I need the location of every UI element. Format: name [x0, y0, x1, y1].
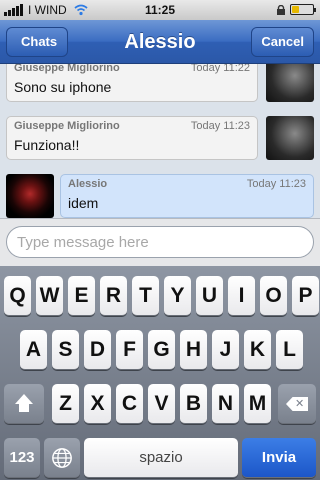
key-n[interactable]: N — [212, 384, 239, 424]
key-v[interactable]: V — [148, 384, 175, 424]
message-time: Today 11:22 — [190, 64, 250, 74]
key-r[interactable]: R — [100, 276, 127, 316]
message-bubble: Giuseppe Migliorino Today 11:22 Sono su … — [6, 64, 258, 102]
message-item: Giuseppe Migliorino Today 11:22 Sono su … — [0, 64, 320, 106]
key-o[interactable]: O — [260, 276, 287, 316]
backspace-key[interactable]: ✕ — [278, 384, 316, 424]
composer — [0, 218, 320, 266]
key-u[interactable]: U — [196, 276, 223, 316]
key-e[interactable]: E — [68, 276, 95, 316]
message-time: Today 11:23 — [246, 178, 306, 190]
message-time: Today 11:23 — [190, 120, 250, 132]
message-bubble: Giuseppe Migliorino Today 11:23 Funziona… — [6, 116, 258, 160]
shift-icon — [15, 394, 33, 404]
numbers-key[interactable]: 123 — [4, 438, 40, 478]
key-t[interactable]: T — [132, 276, 159, 316]
globe-icon — [52, 448, 72, 468]
key-f[interactable]: F — [116, 330, 143, 370]
key-j[interactable]: J — [212, 330, 239, 370]
battery-icon — [290, 4, 316, 15]
key-y[interactable]: Y — [164, 276, 191, 316]
message-sender: Giuseppe Migliorino — [14, 64, 120, 74]
message-text: Funziona!! — [14, 137, 80, 153]
key-p[interactable]: P — [292, 276, 319, 316]
key-c[interactable]: C — [116, 384, 143, 424]
message-input[interactable] — [6, 226, 314, 258]
key-w[interactable]: W — [36, 276, 63, 316]
key-i[interactable]: I — [228, 276, 255, 316]
key-h[interactable]: H — [180, 330, 207, 370]
status-right — [276, 4, 316, 15]
shift-key[interactable] — [4, 384, 44, 424]
key-m[interactable]: M — [244, 384, 271, 424]
message-sender: Giuseppe Migliorino — [14, 120, 120, 132]
globe-key[interactable] — [44, 438, 80, 478]
space-key[interactable]: spazio — [84, 438, 238, 478]
key-k[interactable]: K — [244, 330, 271, 370]
status-bar: I WIND 11:25 — [0, 0, 320, 20]
key-l[interactable]: L — [276, 330, 303, 370]
message-bubble: Alessio Today 11:23 idem — [60, 174, 314, 218]
key-x[interactable]: X — [84, 384, 111, 424]
message-item: Giuseppe Migliorino Today 11:23 Funziona… — [0, 116, 320, 164]
key-q[interactable]: Q — [4, 276, 31, 316]
key-b[interactable]: B — [180, 384, 207, 424]
status-time: 11:25 — [144, 3, 176, 17]
lock-icon — [277, 4, 285, 15]
keyboard: Q W E R T Y U I O P A S D F G H J K L Z … — [0, 266, 320, 480]
key-g[interactable]: G — [148, 330, 175, 370]
key-a[interactable]: A — [20, 330, 47, 370]
send-button[interactable]: Invia — [242, 438, 316, 478]
cancel-button[interactable]: Cancel — [251, 27, 314, 57]
message-text: idem — [68, 195, 99, 211]
message-text: Sono su iphone — [14, 79, 112, 95]
avatar — [6, 174, 54, 218]
key-s[interactable]: S — [52, 330, 79, 370]
message-sender: Alessio — [68, 178, 108, 190]
message-item: Alessio Today 11:23 idem — [0, 174, 320, 218]
key-z[interactable]: Z — [52, 384, 79, 424]
avatar — [266, 116, 314, 160]
avatar — [266, 64, 314, 102]
nav-bar: Chats Alessio Cancel — [0, 20, 320, 64]
key-d[interactable]: D — [84, 330, 111, 370]
battery-level — [292, 6, 299, 13]
message-list[interactable]: Giuseppe Migliorino Today 11:22 Sono su … — [0, 64, 320, 218]
